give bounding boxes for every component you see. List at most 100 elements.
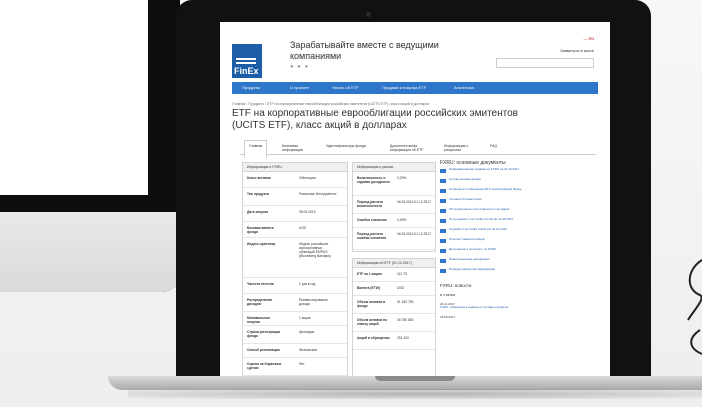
row-value: 06.03.2013 01.12.2017 [397, 232, 431, 236]
document-icon [440, 169, 446, 173]
row-key: Страна регистрации фонда [247, 330, 281, 338]
fund-info-panel: Информация о FXRU Класс активов Облигации… [242, 162, 348, 376]
documents-title: FXRU: основные документы [440, 160, 506, 166]
row-key: Класс активов [247, 176, 271, 180]
row-key: Распределение доходов [247, 298, 273, 306]
row-value: USD [299, 226, 306, 230]
row-value: 46 780 850 [397, 318, 414, 322]
search-input[interactable] [496, 58, 594, 68]
row-key: Способ репликации [247, 348, 280, 352]
document-link[interactable]: Особенности обращения ETF на Московской … [440, 187, 522, 197]
table-row: Базовая валюта фонда USD [243, 222, 347, 238]
tab-identifiers[interactable]: Идентификаторы фонда [326, 144, 366, 148]
row-value: 0,29% [397, 176, 407, 180]
document-label: Об ограничении ответственности за индекс [449, 207, 510, 211]
table-row: Минимальная покупка 1 акция [243, 312, 347, 326]
monitor-stand-area [0, 212, 180, 292]
row-value: Ирландия [299, 330, 315, 334]
row-value: USD [397, 286, 404, 290]
row-key: ETF на 1 акцию [357, 272, 382, 276]
row-value: Индекс российских корпоративных облигаци… [299, 242, 331, 258]
document-label: Информационная справка по FXRU на 31.10.… [449, 167, 520, 171]
news-subtitle: и статьи [440, 292, 456, 297]
document-label: Проспект эмиссии фонда [449, 237, 485, 241]
document-label: Условия об инвестиции [449, 197, 482, 201]
nav-item-analytics[interactable]: Аналитика [454, 85, 474, 90]
table-row: Объем активов по классу акций 46 780 850 [353, 314, 435, 332]
table-row: Тип продукта Рыночные Инструменты [243, 188, 347, 206]
row-key: Объем активов по классу акций [357, 318, 388, 326]
tab-additional[interactable]: Дополнительная информация об ETF [390, 144, 430, 152]
news-link[interactable]: FXRU: изменения в индексе и составе порт… [440, 305, 522, 310]
logo-text: FinEx [234, 66, 259, 76]
table-row: Период расчета волатильности 06.03.2013 0… [353, 196, 435, 214]
row-key: Ошибка слежения [357, 218, 387, 222]
news-date: 18.09.2017 [440, 314, 456, 319]
row-key: Индекс-ориентир [247, 242, 276, 246]
document-label: Порядок раскрытия информации [449, 267, 496, 271]
row-key: Тип продукта [247, 192, 269, 196]
row-value: 06.03.2013 01.12.2017 [397, 200, 431, 204]
login-link[interactable]: Заявиться в кассе [560, 48, 594, 53]
tab-disclosure[interactable]: Информация о раскрытии [444, 144, 474, 152]
row-key: Базовая валюта фонда [247, 226, 274, 234]
table-row: Оценка на биржевые сделки Нет [243, 358, 347, 376]
site-tagline: Зарабатывайте вместе с ведущими компания… [290, 40, 439, 61]
row-value: Реинвестирование дохода [299, 298, 328, 306]
page-title: ETF на корпоративные еврооблигации росси… [232, 108, 518, 131]
document-link[interactable]: Проспект эмиссии фонда [440, 237, 522, 247]
table-row: Валюта (ETW) USD [353, 282, 435, 296]
table-row: Класс активов Облигации [243, 172, 347, 188]
document-link[interactable]: Условия об инвестиции [440, 197, 522, 207]
row-value: Физическая [299, 348, 318, 352]
row-key: Частота отчетов [247, 282, 274, 286]
table-row: ETF на 1 акцию 112.75 [353, 268, 435, 282]
document-icon [440, 259, 446, 263]
row-key: Акций в обращении [357, 336, 390, 340]
row-value: Облигации [299, 176, 316, 180]
carousel-dots[interactable]: ● ● ● [290, 64, 309, 70]
news-title: FXRU: новости [440, 283, 472, 288]
document-link[interactable]: Инвестиционная декларация [440, 257, 522, 267]
document-link[interactable]: Состав активов фонда [440, 177, 522, 187]
document-link[interactable]: Годовой отчет FinEx Funds plc 31.12.2016 [440, 227, 522, 237]
table-row: Дата запуска 08.03.2013 [243, 206, 347, 222]
language-switch[interactable]: — EN [583, 36, 594, 41]
row-key: Оценка на биржевые сделки [247, 362, 282, 370]
nav-item-products[interactable]: Продукты [242, 85, 260, 90]
table-row: Распределение доходов Реинвестирование до… [243, 294, 347, 312]
document-link[interactable]: Информационная справка по FXRU на 31.10.… [440, 167, 522, 177]
row-value: 08.03.2013 [299, 210, 316, 214]
fund-tabs: Главная Ключевая информация Идентификато… [240, 140, 596, 158]
document-label: Инвестиционная декларация [449, 257, 490, 261]
row-key: Минимальная покупка [247, 316, 270, 324]
row-key: Объем активов в фонде [357, 300, 386, 308]
camera-icon [366, 12, 371, 17]
nav-item-buy-sell[interactable]: Продажа и покупка ETF [382, 85, 426, 90]
monitor-screen [0, 0, 148, 195]
main-nav: Продукты О проекте Узнать об ETF Продажа… [232, 82, 598, 94]
laptop-screen: FinEx Зарабатывайте вместе с ведущими ко… [220, 22, 610, 376]
table-row: Период расчета ошибки слежения 06.03.2013… [353, 228, 435, 250]
breadcrumb[interactable]: Главная / Продукты / ETF на корпоративны… [232, 102, 592, 106]
row-value: Рыночные Инструменты [299, 192, 337, 196]
tab-main[interactable]: Главная [244, 140, 268, 158]
panel-header: Информация о рисках [353, 163, 435, 172]
site-header: FinEx Зарабатывайте вместе с ведущими ко… [232, 32, 598, 80]
document-icon [440, 179, 446, 183]
document-link[interactable]: Об ограничении ответственности за индекс [440, 207, 522, 217]
tab-key-info[interactable]: Ключевая информация [282, 144, 316, 152]
nav-item-learn-etf[interactable]: Узнать об ETF [332, 85, 359, 90]
table-row: Способ репликации Физическая [243, 344, 347, 358]
document-link[interactable]: Полугодовой отчет FinEx Funds plc 31.06.… [440, 217, 522, 227]
document-label: Особенности обращения ETF на Московской … [449, 187, 522, 191]
panel-header: Информация о FXRU [243, 163, 347, 172]
tab-faq[interactable]: FAQ [490, 144, 497, 148]
row-key: Период расчета волатильности [357, 200, 383, 208]
nav-item-about[interactable]: О проекте [290, 85, 309, 90]
row-key: Дата запуска [247, 210, 269, 214]
document-icon [440, 239, 446, 243]
document-link[interactable]: Дополнение к проспекту по FXRU [440, 247, 522, 257]
document-link[interactable]: Порядок раскрытия информации [440, 267, 522, 277]
finex-logo[interactable]: FinEx [232, 44, 262, 78]
